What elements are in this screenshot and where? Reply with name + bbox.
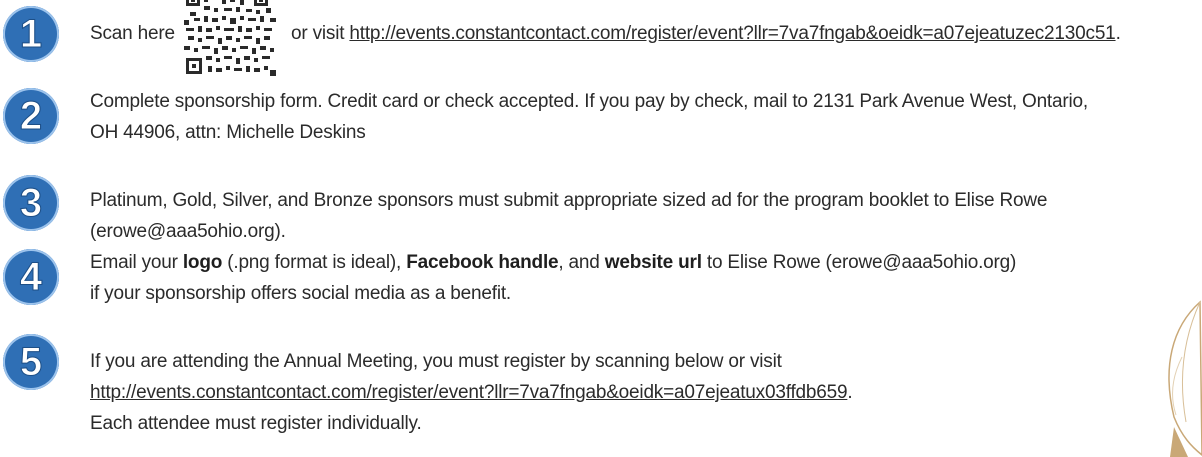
step-5-line-3: Each attendee must register individually… <box>90 413 422 434</box>
step-1: 1 Scan here or visit http://events.const… <box>0 0 1202 80</box>
leaf-decoration-icon <box>1168 300 1202 457</box>
step-4-line-1: Email your logo (.png format is ideal), … <box>90 252 1017 273</box>
facebook-handle-bold: Facebook handle <box>406 252 559 273</box>
step-3: 3 Platinum, Gold, Silver, and Bronze spo… <box>0 175 1202 255</box>
step-5-line-2: http://events.constantcontact.com/regist… <box>90 382 853 403</box>
step-1-or-visit: or visit <box>291 23 345 44</box>
step-3-line-1: Platinum, Gold, Silver, and Bronze spons… <box>90 190 1048 211</box>
step-number-badge: 3 <box>3 175 59 231</box>
step-4-text: Email your logo (.png format is ideal), … <box>90 247 1170 309</box>
registration-link[interactable]: http://events.constantcontact.com/regist… <box>349 23 1115 44</box>
step-5-text: If you are attending the Annual Meeting,… <box>90 346 1170 439</box>
step-number: 3 <box>19 181 43 225</box>
annual-meeting-link[interactable]: http://events.constantcontact.com/regist… <box>90 382 848 403</box>
step-number: 2 <box>19 94 43 138</box>
step-2-text: Complete sponsorship form. Credit card o… <box>90 86 1170 148</box>
website-url-bold: website url <box>604 252 702 273</box>
step-4: 4 Email your logo (.png format is ideal)… <box>0 249 1202 329</box>
step-number-badge: 4 <box>3 249 59 305</box>
step-3-line-2: (erowe@aaa5ohio.org). <box>90 221 286 242</box>
step-number-badge: 1 <box>3 6 59 62</box>
step-3-text: Platinum, Gold, Silver, and Bronze spons… <box>90 185 1170 247</box>
step-2: 2 Complete sponsorship form. Credit card… <box>0 84 1202 164</box>
step-2-line-1: Complete sponsorship form. Credit card o… <box>90 91 1088 112</box>
step-5-line-1: If you are attending the Annual Meeting,… <box>90 351 782 372</box>
step-number: 5 <box>19 340 43 384</box>
logo-bold: logo <box>182 252 223 273</box>
step-number: 4 <box>19 255 43 299</box>
step-4-line-2: if your sponsorship offers social media … <box>90 283 512 304</box>
step-number-badge: 5 <box>3 334 59 390</box>
step-2-line-2: OH 44906, attn: Michelle Deskins <box>90 122 366 143</box>
step-number: 1 <box>19 12 43 56</box>
step-5: 5 If you are attending the Annual Meetin… <box>0 334 1202 457</box>
step-number-badge: 2 <box>3 88 59 144</box>
qr-code-icon[interactable] <box>184 0 280 80</box>
step-1-scan-label: Scan here <box>90 23 175 44</box>
